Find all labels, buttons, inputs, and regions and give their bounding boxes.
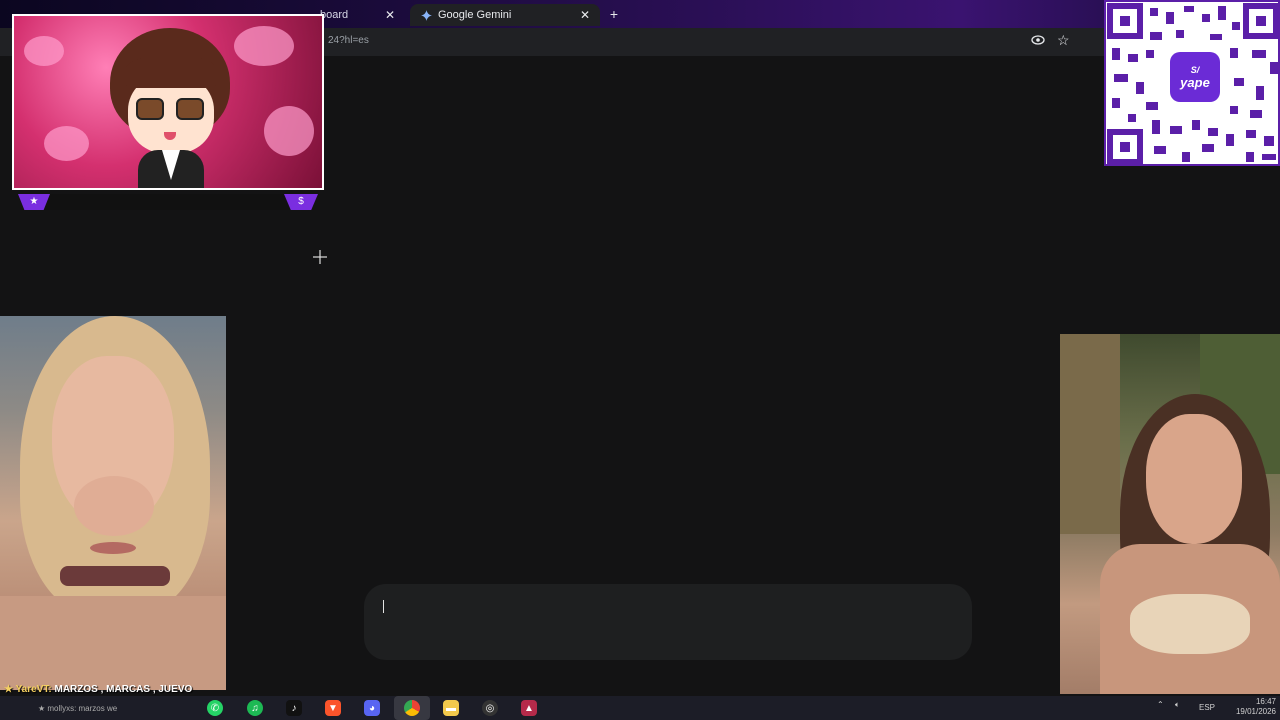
bookmark-star-icon[interactable]: ☆	[1057, 32, 1070, 49]
qr-brand: yape	[1180, 74, 1210, 90]
webcam-right	[1060, 334, 1280, 694]
chat-username: ★ YareVT:	[4, 684, 52, 695]
file-explorer-icon[interactable]: ▬	[443, 700, 459, 716]
chat-message: ★ YareVT: MARZOS , MARCAS , JUEVO	[4, 684, 192, 695]
yape-logo: S/ yape	[1170, 52, 1220, 102]
obs-icon[interactable]: ◎	[482, 700, 498, 716]
spotify-icon[interactable]: ♫	[247, 700, 263, 716]
url-text[interactable]: 24?hl=es	[328, 35, 369, 46]
yape-qr-code: S/ yape	[1104, 0, 1280, 166]
close-icon[interactable]: ✕	[385, 8, 395, 22]
taskbar-clock[interactable]: 16:47 19/01/2026	[1222, 697, 1276, 717]
discord-icon[interactable]: ◕	[364, 700, 380, 716]
brave-icon[interactable]: ▼	[325, 700, 341, 716]
new-tab-button[interactable]: +	[605, 5, 623, 23]
eye-icon[interactable]	[1031, 35, 1045, 45]
tab-google-gemini[interactable]: Google Gemini ✕	[410, 4, 600, 26]
chrome-icon[interactable]	[404, 700, 420, 716]
close-icon[interactable]: ✕	[580, 8, 590, 22]
prompt-input[interactable]	[364, 584, 972, 660]
gemini-icon	[420, 9, 432, 21]
cursor-crosshair-icon	[313, 250, 327, 264]
webcam-left	[0, 316, 226, 690]
clock-time: 16:47	[1255, 697, 1276, 706]
clock-date: 19/01/2026	[1235, 707, 1276, 716]
tray-chevron-icon[interactable]: ⌃	[1157, 700, 1164, 709]
windows-taskbar	[0, 696, 1280, 720]
volume-icon[interactable]: 🔈︎	[1175, 700, 1180, 710]
qr-currency: S/	[1190, 64, 1200, 75]
whatsapp-icon[interactable]: ✆	[207, 700, 223, 716]
tab-label: Google Gemini	[438, 9, 512, 21]
text-caret	[383, 600, 384, 613]
tiktok-icon[interactable]: ♪	[286, 700, 302, 716]
app-icon[interactable]: ▲	[521, 700, 537, 716]
screen: board ✕ Google Gemini ✕ + 24?hl=es ☆ ★ $…	[0, 0, 1280, 720]
tray-language[interactable]: ESP	[1199, 703, 1215, 712]
avatar-illustration	[12, 14, 324, 190]
avatar-frame-bar	[18, 194, 318, 210]
streamer-avatar-overlay: ★ $	[8, 14, 328, 212]
chat-next-line: ★ mollyxs: marzos we	[38, 704, 118, 713]
chat-text: MARZOS , MARCAS , JUEVO	[54, 684, 193, 695]
